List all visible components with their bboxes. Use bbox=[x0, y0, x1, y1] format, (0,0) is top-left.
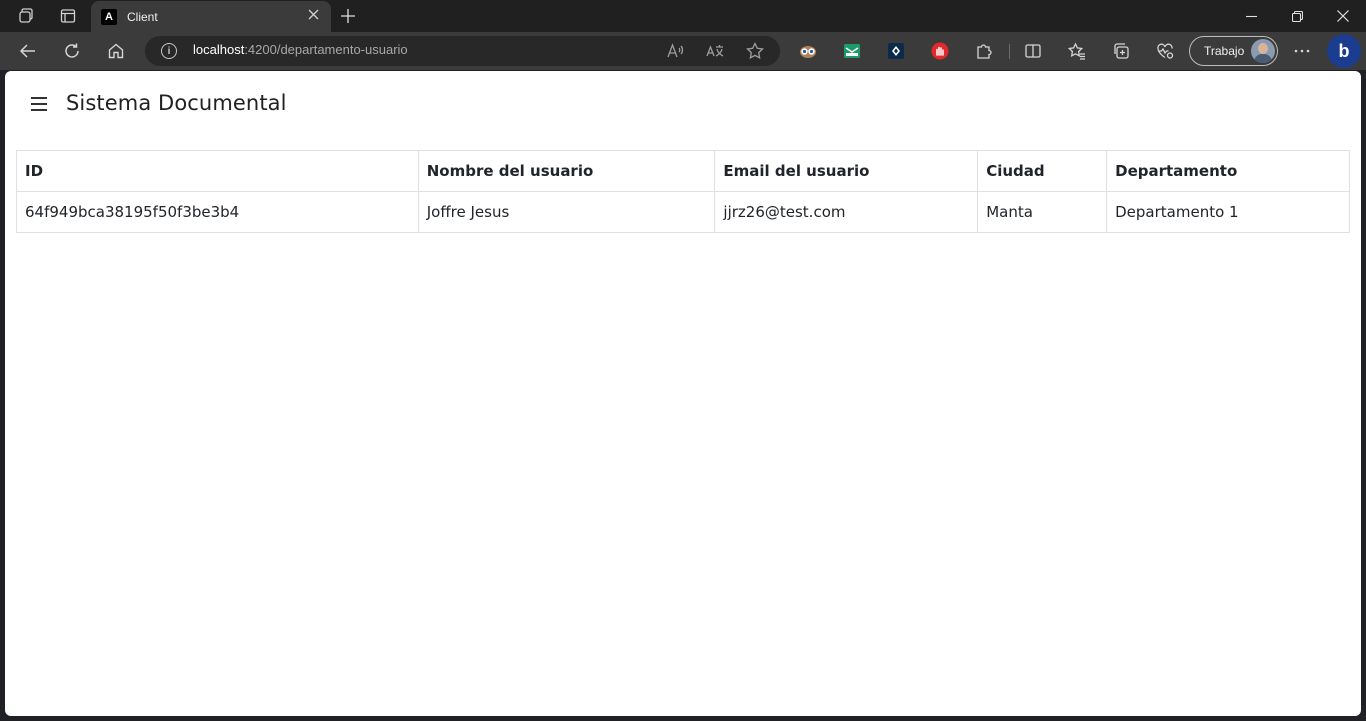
profile-button[interactable]: Trabajo bbox=[1189, 36, 1278, 66]
extension-owl-icon[interactable] bbox=[797, 40, 819, 62]
minimize-icon[interactable] bbox=[1228, 0, 1274, 32]
plus-icon[interactable] bbox=[335, 4, 361, 28]
restore-icon[interactable] bbox=[1274, 0, 1320, 32]
address-bar[interactable]: i localhost:4200/departamento-usuario bbox=[145, 36, 780, 66]
refresh-icon[interactable] bbox=[56, 35, 88, 67]
heart-pulse-icon[interactable] bbox=[1154, 40, 1176, 62]
translate-icon[interactable] bbox=[704, 41, 726, 61]
close-icon[interactable] bbox=[305, 9, 321, 24]
cell-nombre: Joffre Jesus bbox=[417, 191, 716, 233]
column-header-email: Email del usuario bbox=[714, 150, 979, 192]
back-arrow-icon[interactable] bbox=[12, 35, 44, 67]
angular-favicon-icon: A bbox=[101, 8, 117, 25]
table-row: 64f949bca38195f50f3be3b4 Joffre Jesus jj… bbox=[16, 191, 1350, 233]
toolbar-divider bbox=[1009, 44, 1010, 59]
cell-ciudad: Manta bbox=[977, 191, 1108, 233]
url-text[interactable]: localhost:4200/departamento-usuario bbox=[193, 42, 408, 57]
extension-hand-icon[interactable] bbox=[929, 40, 951, 62]
more-dots-icon[interactable] bbox=[1291, 40, 1313, 62]
browser-titlebar: A Client bbox=[0, 0, 1366, 32]
users-table: ID Nombre del usuario Email del usuario … bbox=[16, 150, 1350, 233]
cell-id: 64f949bca38195f50f3be3b4 bbox=[16, 191, 419, 233]
star-icon[interactable] bbox=[744, 41, 766, 61]
avatar bbox=[1251, 39, 1275, 63]
browser-tab-active[interactable]: A Client bbox=[91, 1, 331, 32]
tab-actions-icon[interactable] bbox=[46, 0, 90, 32]
web-page: Sistema Documental ID Nombre del usuario… bbox=[5, 71, 1361, 716]
favorites-icon[interactable] bbox=[1066, 40, 1088, 62]
column-header-ciudad: Ciudad bbox=[977, 150, 1108, 192]
menu-icon[interactable] bbox=[29, 95, 51, 113]
url-host: localhost bbox=[193, 42, 245, 57]
workspaces-icon[interactable] bbox=[4, 0, 48, 32]
column-header-departamento: Departamento bbox=[1106, 150, 1350, 192]
cell-email: jjrz26@test.com bbox=[714, 191, 979, 233]
column-header-id: ID bbox=[16, 150, 419, 192]
url-path: :4200/departamento-usuario bbox=[244, 42, 408, 57]
collections-icon[interactable] bbox=[1110, 40, 1132, 62]
column-header-nombre: Nombre del usuario bbox=[417, 150, 716, 192]
puzzle-icon[interactable] bbox=[973, 40, 995, 62]
extension-mail-icon[interactable] bbox=[841, 40, 863, 62]
bing-icon[interactable]: b bbox=[1327, 34, 1361, 68]
split-screen-icon[interactable] bbox=[1022, 40, 1044, 62]
extension-code-icon[interactable] bbox=[885, 40, 907, 62]
tab-title: Client bbox=[127, 9, 158, 24]
table-header-row: ID Nombre del usuario Email del usuario … bbox=[16, 150, 1350, 192]
profile-label: Trabajo bbox=[1204, 44, 1245, 58]
browser-toolbar: i localhost:4200/departamento-usuario Tr… bbox=[0, 32, 1366, 70]
read-aloud-icon[interactable] bbox=[665, 41, 687, 61]
home-icon[interactable] bbox=[100, 35, 132, 67]
info-icon[interactable]: i bbox=[161, 43, 177, 59]
app-header: Sistema Documental bbox=[5, 71, 1361, 137]
close-window-icon[interactable] bbox=[1320, 0, 1366, 32]
page-title: Sistema Documental bbox=[66, 91, 287, 115]
cell-departamento: Departamento 1 bbox=[1106, 191, 1350, 233]
